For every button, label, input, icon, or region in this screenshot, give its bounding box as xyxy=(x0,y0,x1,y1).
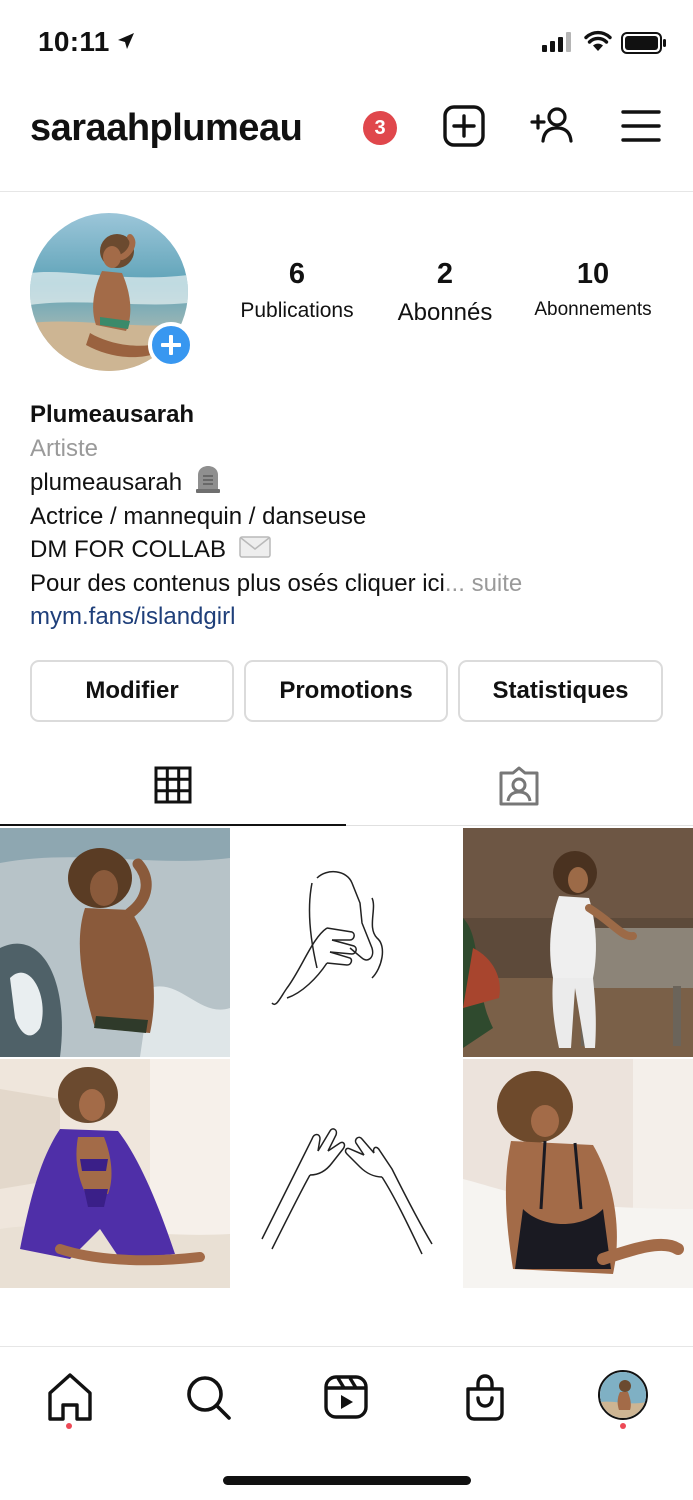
home-icon[interactable] xyxy=(40,1367,100,1427)
profile-header: saraahplumeau 3 xyxy=(0,80,693,192)
home-activity-dot xyxy=(66,1423,72,1429)
add-user-icon[interactable] xyxy=(530,104,576,148)
post-thumbnail[interactable] xyxy=(0,1059,230,1288)
post-thumbnail[interactable] xyxy=(463,828,693,1057)
bio-line-text: plumeausarah xyxy=(30,469,183,496)
edit-profile-button[interactable]: Modifier xyxy=(30,660,234,722)
profile-tabs xyxy=(0,748,693,826)
bio-line: Pour des contenus plus osés cliquer ici.… xyxy=(30,567,670,601)
stat-label: Abonnements xyxy=(534,299,652,320)
bio-name: Plumeausarah xyxy=(30,401,195,428)
bio-website-link[interactable]: mym.fans/islandgirl xyxy=(30,600,670,634)
add-story-button[interactable] xyxy=(148,322,194,368)
post-thumbnail[interactable] xyxy=(0,828,230,1057)
status-bar: 10:11 xyxy=(0,0,693,80)
post-thumbnail[interactable] xyxy=(232,1059,462,1288)
cellular-signal-icon xyxy=(542,32,571,52)
promotions-button[interactable]: Promotions xyxy=(244,660,448,722)
home-indicator[interactable] xyxy=(223,1476,471,1485)
headstone-emoji-icon xyxy=(195,466,220,493)
nav-profile-avatar xyxy=(598,1370,648,1420)
profile-username[interactable]: saraahplumeau xyxy=(30,107,303,150)
stat-abonnements[interactable]: 10 Abonnements xyxy=(520,258,666,321)
tab-tagged[interactable] xyxy=(346,748,692,826)
status-time: 10:11 xyxy=(38,26,110,57)
stat-value: 10 xyxy=(576,258,610,290)
bio-line: DM FOR COLLAB xyxy=(30,533,670,567)
bio-line: plumeausarah xyxy=(30,465,670,500)
reels-icon[interactable] xyxy=(316,1367,376,1427)
shop-icon[interactable] xyxy=(455,1367,515,1427)
profile-bio: Plumeausarah Artiste plumeausarah Actric… xyxy=(30,398,670,634)
location-arrow-icon xyxy=(118,33,134,49)
bio-more-link[interactable]: ... suite xyxy=(445,570,522,597)
battery-icon xyxy=(621,32,666,54)
stat-publications[interactable]: 6 Publications xyxy=(222,258,372,323)
stat-value: 6 xyxy=(288,258,306,290)
grid-icon xyxy=(154,766,192,804)
profile-tab[interactable] xyxy=(594,1367,654,1427)
notification-badge[interactable]: 3 xyxy=(363,111,397,145)
tab-posts-grid[interactable] xyxy=(0,748,346,826)
tagged-icon xyxy=(499,766,539,806)
post-thumbnail[interactable] xyxy=(232,828,462,1057)
stat-label: Abonnés xyxy=(397,299,493,326)
stat-abonnes[interactable]: 2 Abonnés xyxy=(380,258,510,327)
menu-icon[interactable] xyxy=(621,104,661,148)
bio-line-text: DM FOR COLLAB xyxy=(30,536,227,563)
stat-label: Publications xyxy=(240,299,354,322)
bio-line-text: Pour des contenus plus osés cliquer ici xyxy=(30,569,445,597)
bio-line: Actrice / mannequin / danseuse xyxy=(30,502,367,530)
search-icon[interactable] xyxy=(178,1367,238,1427)
post-thumbnail[interactable] xyxy=(463,1059,693,1288)
statistics-button[interactable]: Statistiques xyxy=(458,660,663,722)
bio-category: Artiste xyxy=(30,434,99,462)
stat-value: 2 xyxy=(436,258,454,290)
envelope-emoji-icon xyxy=(238,536,271,558)
new-post-icon[interactable] xyxy=(442,104,486,148)
wifi-icon xyxy=(584,30,612,51)
profile-activity-dot xyxy=(620,1423,626,1429)
